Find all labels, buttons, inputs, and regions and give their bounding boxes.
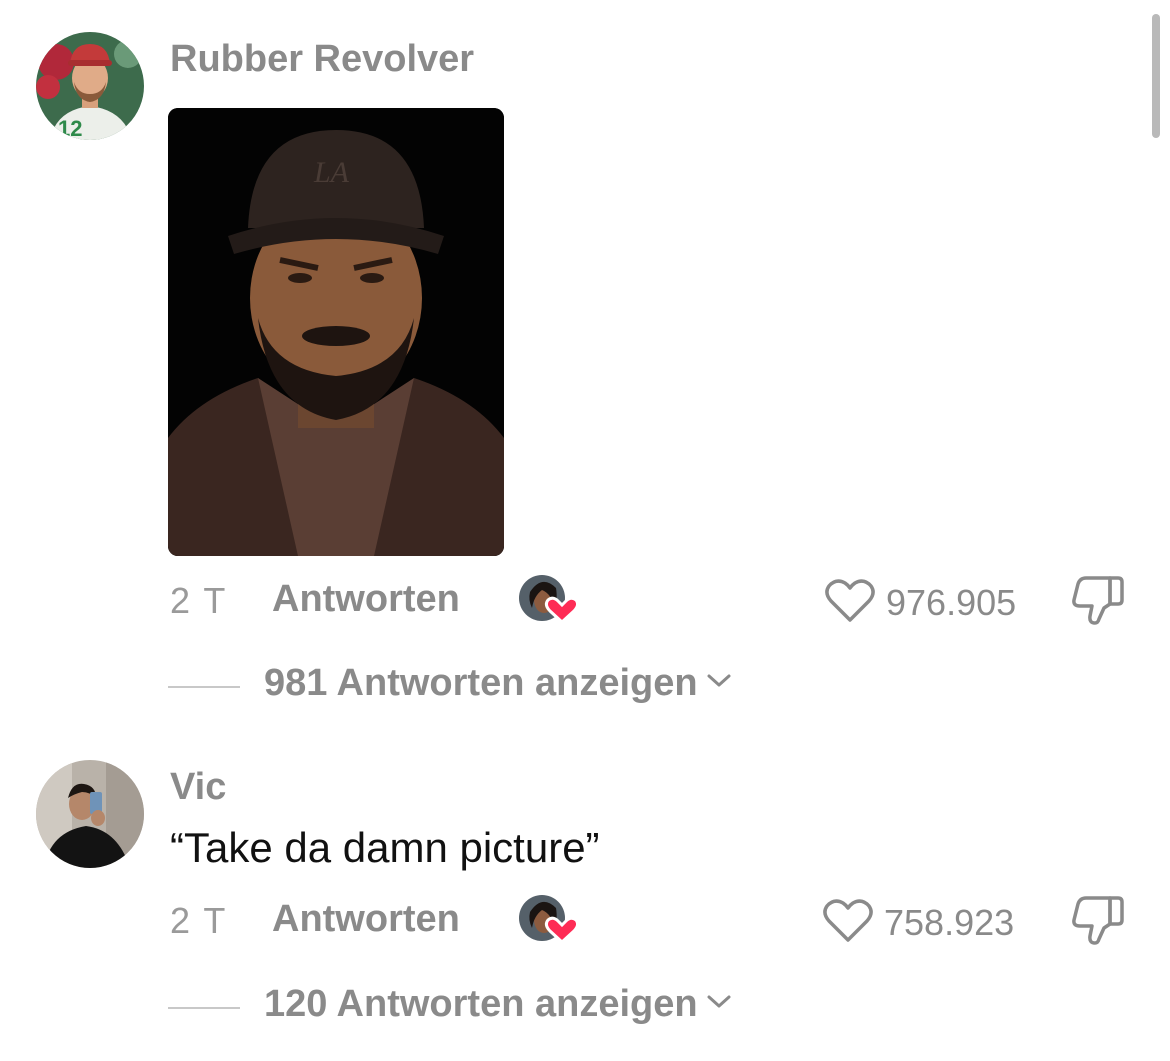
view-replies: 120 Antworten anzeigen [0,983,1170,1033]
comment-text: “Take da damn picture” [170,824,600,871]
view-replies-button[interactable]: 120 Antworten anzeigen [264,983,732,1033]
comment-image[interactable]: LA [168,108,504,556]
avatar[interactable]: 12 [36,32,144,140]
like-count: 758.923 [884,902,1015,943]
timestamp: 2 T [170,580,228,621]
comment-actions: 2 T Antworten 758.923 [0,892,1170,952]
divider [168,686,240,688]
scrollbar[interactable] [1152,14,1160,138]
creator-liked-badge [518,574,576,626]
heart-outline-icon[interactable] [822,898,874,944]
svg-text:12: 12 [58,116,82,140]
thumbs-down-icon[interactable] [1072,574,1124,626]
chevron-down-icon [706,994,732,1015]
reply-button[interactable]: Antworten [272,578,460,621]
thumbs-down-icon[interactable] [1072,894,1124,946]
chevron-down-icon [706,673,732,694]
heart-outline-icon[interactable] [824,578,876,624]
view-replies-label: 120 Antworten anzeigen [264,983,698,1025]
svg-text:LA: LA [313,156,350,189]
view-replies-label: 981 Antworten anzeigen [264,662,698,704]
like-count: 976.905 [886,582,1017,623]
username[interactable]: Rubber Revolver [170,38,474,81]
username[interactable]: Vic [170,766,226,809]
timestamp: 2 T [170,900,228,941]
view-replies-button[interactable]: 981 Antworten anzeigen [264,662,732,712]
comment-actions: 2 T Antworten 976.905 [0,572,1170,632]
view-replies: 981 Antworten anzeigen [0,662,1170,712]
divider [168,1007,240,1009]
reply-button[interactable]: Antworten [272,898,460,941]
avatar[interactable] [36,760,144,868]
creator-liked-badge [518,894,576,946]
